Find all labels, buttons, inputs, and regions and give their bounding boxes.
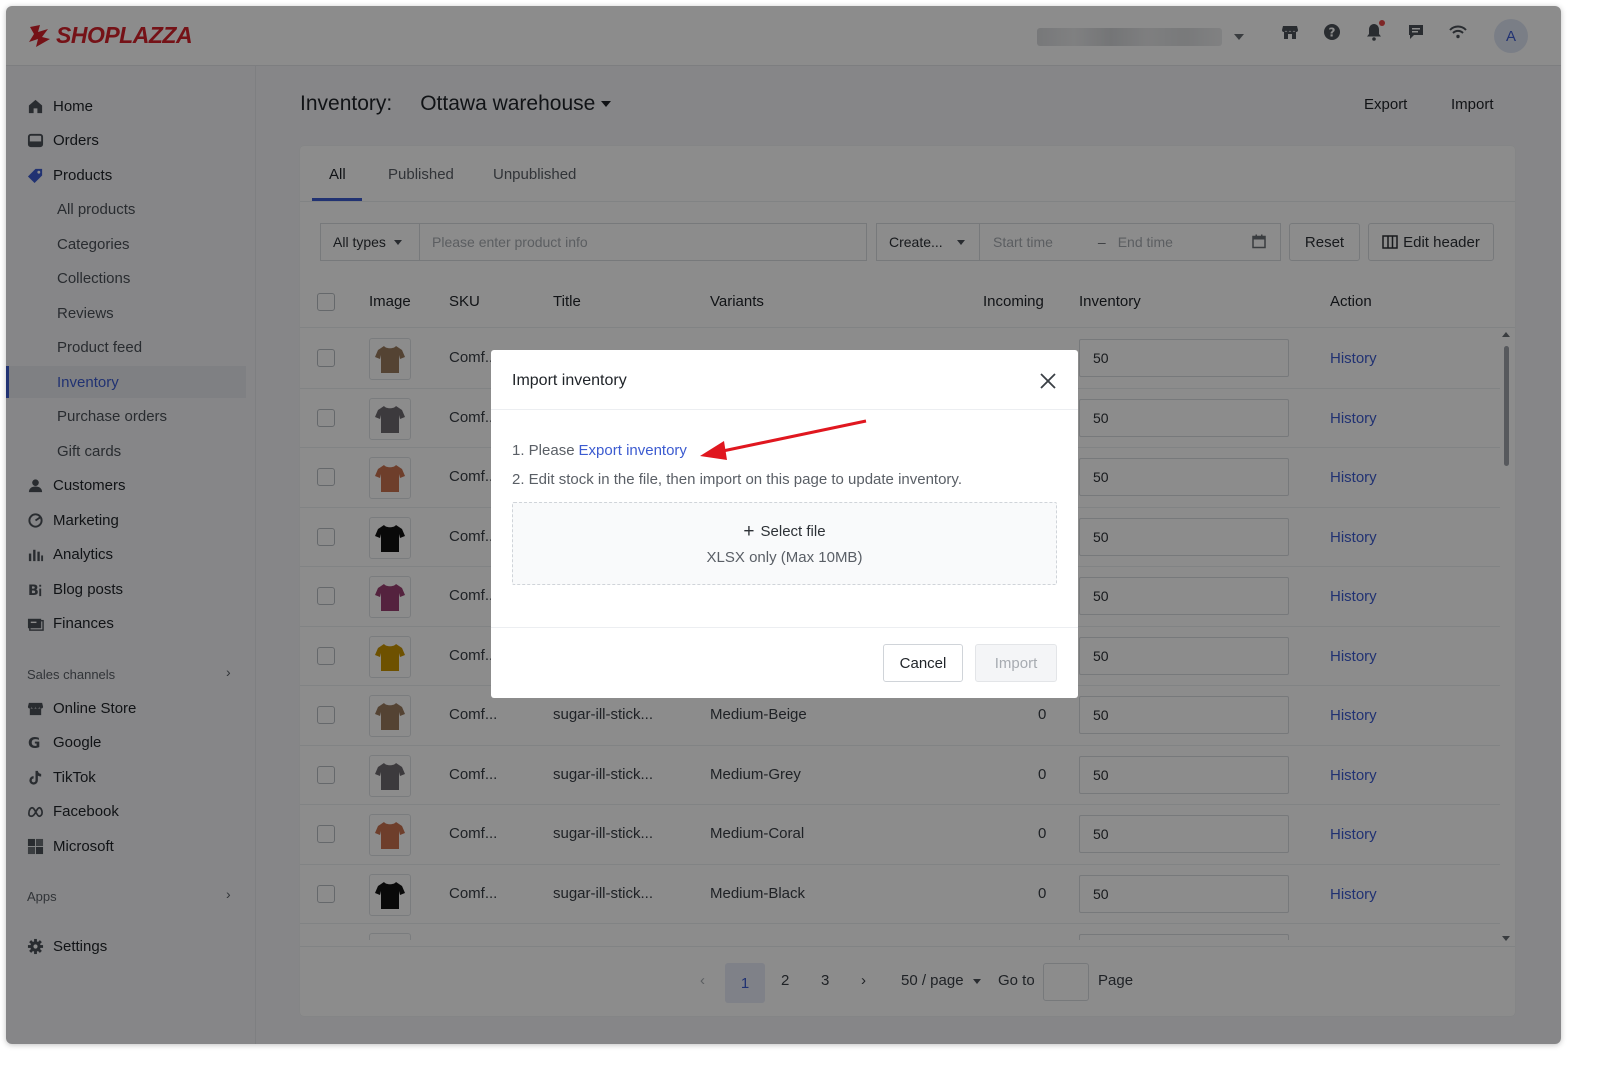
file-hint: XLSX only (Max 10MB) [706,549,863,566]
modal-import-button[interactable]: Import [975,644,1057,682]
export-inventory-link[interactable]: Export inventory [579,442,687,459]
plus-icon: + [743,521,755,542]
select-file-button[interactable]: + Select file [513,521,1056,543]
modal-step-1: 1. Please Export inventory [512,442,687,459]
close-icon[interactable] [1037,370,1059,392]
cancel-button[interactable]: Cancel [883,644,963,682]
modal-step-2: 2. Edit stock in the file, then import o… [512,471,962,488]
step-1-text: 1. Please [512,442,575,459]
modal-title: Import inventory [512,372,627,389]
import-inventory-modal: Import inventory 1. Please Export invento… [491,350,1078,698]
select-file-label: Select file [760,523,826,540]
app-window: SHOPLAZZA ? A Home Orders Products All p… [6,6,1561,1044]
file-dropzone[interactable]: + Select file XLSX only (Max 10MB) [512,502,1057,585]
modal-header-divider [491,409,1078,410]
modal-footer-divider [491,627,1078,628]
annotation-arrow-icon [700,419,867,460]
